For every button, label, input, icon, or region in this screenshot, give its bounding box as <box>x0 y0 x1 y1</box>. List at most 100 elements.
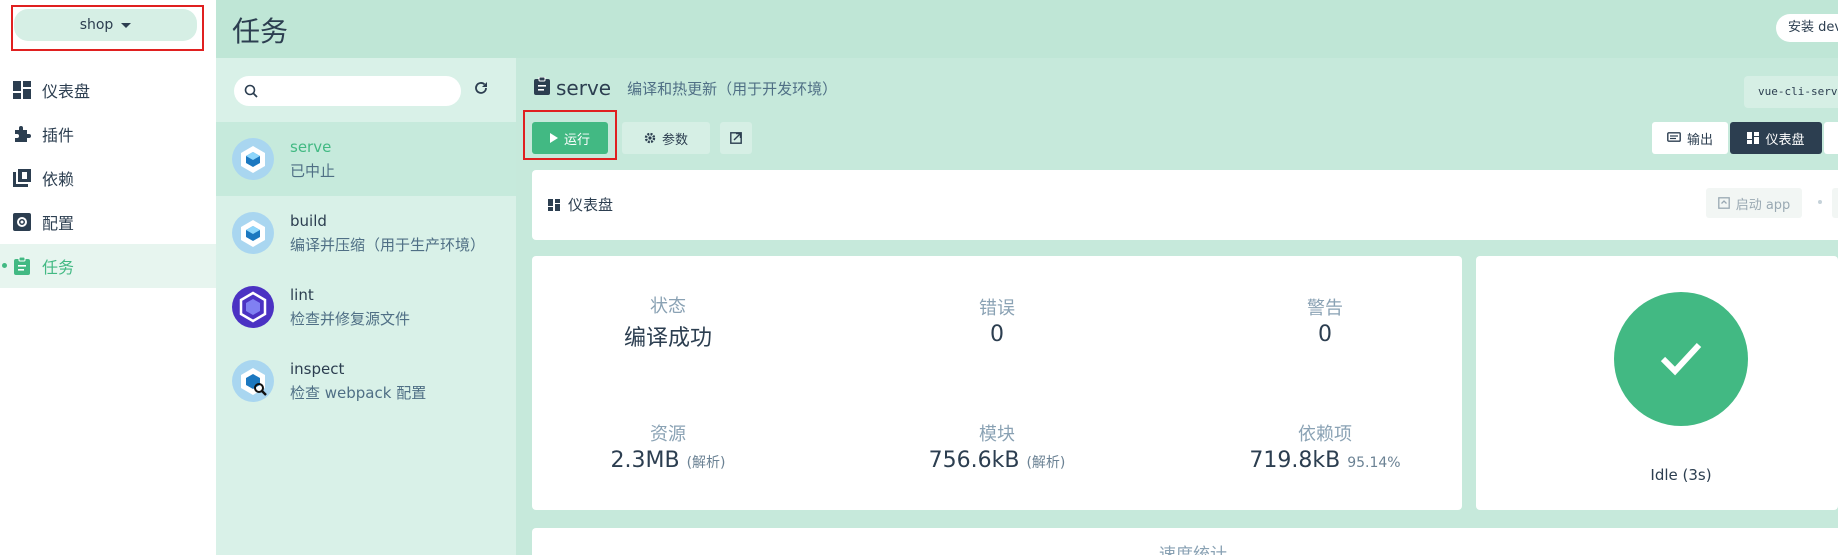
stat-status: 状态 编译成功 <box>538 292 798 352</box>
speed-stats-card: 速度统计 <box>532 528 1838 555</box>
dashboard-bar: 仪表盘 启动 app 解析 <box>532 170 1838 240</box>
launch-app-label: 启动 app <box>1735 197 1791 213</box>
stat-value: 756.6kB (解析) <box>867 448 1127 473</box>
stats-card: 状态 编译成功 错误 0 警告 0 资源 2.3MB (解析) 模块 756.6… <box>532 256 1462 510</box>
stat-label: 警告 <box>1307 298 1343 319</box>
install-devtools-button[interactable]: 安装 devtools <box>1776 14 1838 42</box>
task-description: 编译并压缩（用于生产环境） <box>290 236 486 254</box>
task-header: serve 编译和热更新（用于开发环境） <box>534 76 837 100</box>
task-list-panel: serve 已中止 build 编译并压缩（用于生产环境） lint 检查并修复… <box>216 58 516 555</box>
search-icon <box>244 83 258 102</box>
task-command: vue-cli-service serve <box>1744 76 1838 108</box>
dashboard-tab-button[interactable]: 仪表盘 <box>1730 122 1822 154</box>
stat-percentage: 95.14% <box>1347 455 1401 471</box>
sidebar-item-config[interactable]: 配置 <box>0 200 216 244</box>
stat-number: 719.8kB <box>1249 448 1341 473</box>
task-item-inspect[interactable]: inspect 检查 webpack 配置 <box>216 344 516 418</box>
clipboard-icon <box>534 76 550 99</box>
task-name: build <box>290 212 327 230</box>
analyze-select[interactable]: 解析 <box>1832 188 1838 218</box>
sidebar-item-label: 任务 <box>42 258 75 277</box>
separator-dot <box>1818 200 1822 204</box>
stat-label: 模块 <box>979 424 1015 445</box>
settings-box-icon <box>12 212 32 232</box>
task-item-serve[interactable]: serve 已中止 <box>216 122 516 196</box>
dashboard-icon <box>548 198 560 211</box>
stat-number: 2.3MB <box>610 448 680 473</box>
sidebar-nav: 仪表盘 插件 依赖 配置 任务 <box>0 68 216 288</box>
open-in-new-icon <box>730 132 742 144</box>
params-label: 参数 <box>661 132 688 148</box>
dashboard-heading-label: 仪表盘 <box>568 196 614 214</box>
search-input[interactable] <box>264 81 449 101</box>
success-check-icon <box>1614 292 1748 426</box>
sidebar-item-label: 配置 <box>42 214 75 233</box>
page-title: 任务 <box>232 15 289 48</box>
webpack-inspect-icon <box>232 360 274 402</box>
dashboard-heading: 仪表盘 <box>548 194 613 215</box>
stat-modules: 模块 756.6kB (解析) <box>867 420 1127 473</box>
stat-errors: 错误 0 <box>867 294 1127 347</box>
more-tab-button[interactable] <box>1824 122 1838 154</box>
params-button[interactable]: 参数 <box>622 122 710 154</box>
status-text: Idle (3s) <box>1650 466 1712 484</box>
stat-warnings: 警告 0 <box>1195 294 1455 347</box>
stat-value: 编译成功 <box>623 326 712 351</box>
clipboard-icon <box>12 256 32 276</box>
sidebar-item-dashboard[interactable]: 仪表盘 <box>0 68 216 112</box>
task-name: inspect <box>290 360 345 378</box>
sidebar-item-dependencies[interactable]: 依赖 <box>0 156 216 200</box>
webpack-icon <box>232 138 274 180</box>
sidebar: shop 仪表盘 插件 依赖 配置 任务 <box>0 0 216 555</box>
output-tab-button[interactable]: 输出 <box>1652 122 1728 154</box>
task-subtitle: 编译和热更新（用于开发环境） <box>627 79 838 98</box>
build-status-card: Idle (3s) <box>1476 256 1838 510</box>
eslint-icon <box>232 286 274 328</box>
sidebar-item-label: 仪表盘 <box>42 82 91 101</box>
stat-label: 资源 <box>650 424 686 445</box>
stat-label: 错误 <box>979 298 1015 319</box>
webpack-icon <box>232 212 274 254</box>
stat-label: 依赖项 <box>1298 424 1352 445</box>
stat-value: 0 <box>1318 322 1332 347</box>
stat-value: 0 <box>990 322 1004 347</box>
task-item-lint[interactable]: lint 检查并修复源文件 <box>216 270 516 344</box>
task-name: lint <box>290 286 314 304</box>
highlight-box-run <box>523 110 617 160</box>
task-title: serve <box>556 76 612 100</box>
task-description: 检查 webpack 配置 <box>290 384 427 402</box>
stat-assets: 资源 2.3MB (解析) <box>538 420 798 473</box>
task-name: serve <box>290 138 332 156</box>
stat-value: 719.8kB 95.14% <box>1195 448 1455 473</box>
message-icon <box>1667 132 1681 142</box>
task-description: 已中止 <box>290 162 336 180</box>
task-search[interactable] <box>234 76 461 106</box>
open-external-button[interactable] <box>720 122 752 154</box>
library-icon <box>12 168 32 188</box>
output-label: 输出 <box>1686 132 1713 148</box>
task-description: 检查并修复源文件 <box>290 310 411 328</box>
task-detail-panel: serve 编译和热更新（用于开发环境） vue-cli-service ser… <box>516 58 1838 555</box>
sidebar-item-tasks[interactable]: 任务 <box>0 244 216 288</box>
highlight-box-project <box>11 5 204 51</box>
open-in-browser-icon <box>1717 197 1730 209</box>
analyze-link[interactable]: (解析) <box>687 455 726 471</box>
stat-dependencies: 依赖项 719.8kB 95.14% <box>1195 420 1455 473</box>
refresh-icon[interactable] <box>474 80 488 99</box>
stat-value: 2.3MB (解析) <box>538 448 798 473</box>
launch-app-button[interactable]: 启动 app <box>1706 188 1802 218</box>
sidebar-item-plugins[interactable]: 插件 <box>0 112 216 156</box>
task-item-build[interactable]: build 编译并压缩（用于生产环境） <box>216 196 516 270</box>
analyze-link[interactable]: (解析) <box>1026 455 1065 471</box>
top-header: 任务 <box>216 0 1838 58</box>
dashboard-label: 仪表盘 <box>1765 132 1805 148</box>
stat-label: 状态 <box>650 296 686 317</box>
sidebar-item-label: 插件 <box>42 126 75 145</box>
sidebar-item-label: 依赖 <box>42 170 75 189</box>
dashboard-icon <box>12 80 32 100</box>
gear-icon <box>644 132 656 144</box>
stat-number: 756.6kB <box>928 448 1020 473</box>
puzzle-icon <box>12 124 32 144</box>
speed-stats-title: 速度统计 <box>1159 545 1227 555</box>
dashboard-icon <box>1747 132 1760 144</box>
